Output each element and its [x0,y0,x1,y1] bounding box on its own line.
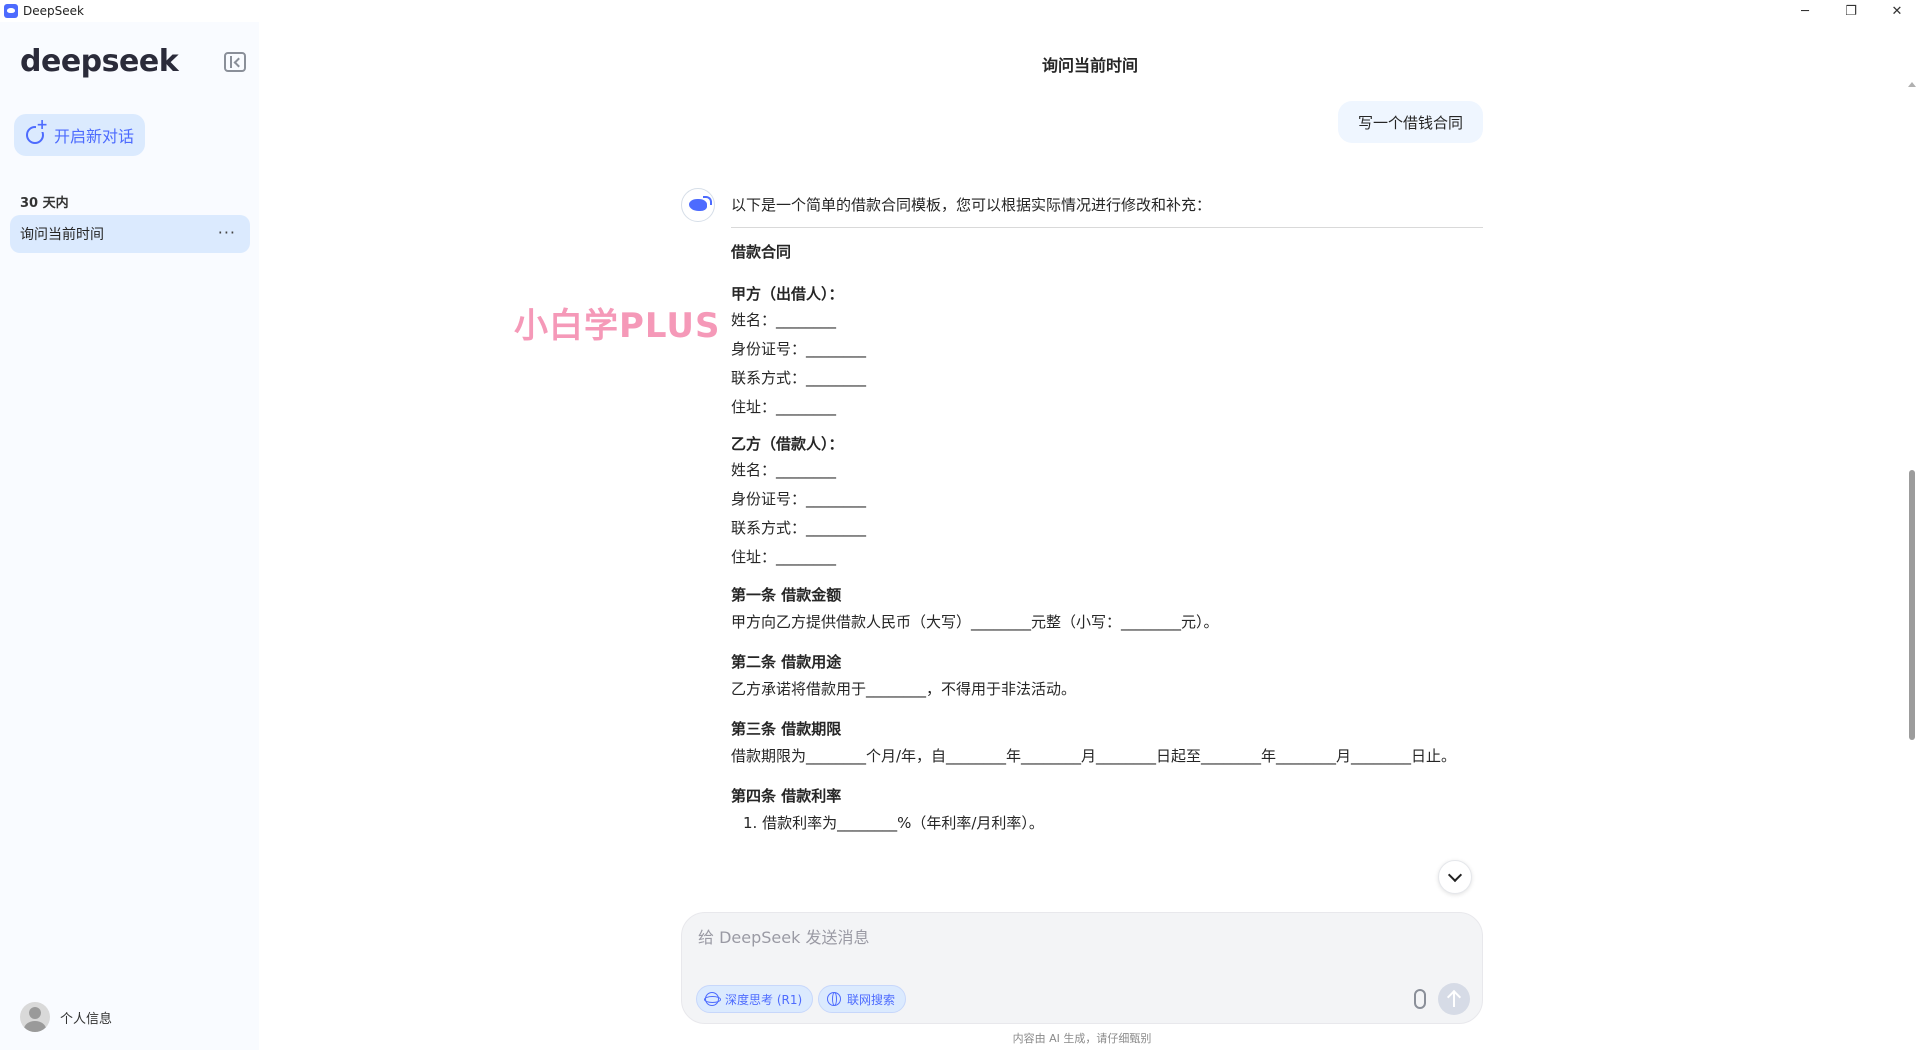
new-chat-label: 开启新对话 [54,127,135,146]
new-chat-icon [26,118,49,144]
article-title: 第三条 借款期限 [731,720,842,738]
party-a-field: 姓名：________ [731,311,837,329]
party-b-field: 姓名：________ [731,461,837,479]
chat-title: 询问当前时间 [1041,56,1138,75]
party-b-section: 乙方（借款人）： 姓名：________ 身份证号：________ 联系方式：… [731,432,1483,572]
chevron-down-icon[interactable] [1438,860,1472,894]
party-b-field: 联系方式：________ [731,519,867,537]
new-chat-button[interactable]: 开启新对话 [14,114,145,156]
article-body: 借款期限为________个月/年，自________年________月___… [731,747,1457,765]
window-controls: ─ ❐ ✕ [1782,0,1920,22]
party-a-field: 联系方式：________ [731,369,867,387]
article-1: 第一条 借款金额 甲方向乙方提供借款人民币（大写）________元整（小写：_… [731,582,1483,637]
article-2: 第二条 借款用途 乙方承诺将借款用于________，不得用于非法活动。 [731,649,1483,704]
globe-icon [827,992,841,1006]
ai-answer: 以下是一个简单的借款合同模板，您可以根据实际情况进行修改和补充： 借款合同 甲方… [731,193,1483,913]
sidebar-collapse-icon[interactable] [224,52,246,72]
watermark: 小白学PLUS [514,306,721,346]
deepseek-app-icon [4,4,18,18]
ai-disclaimer: 内容由 AI 生成，请仔细甄别 [1012,1032,1152,1045]
party-b-title: 乙方（借款人）： [731,435,844,453]
message-input[interactable] [698,925,1458,949]
article-title: 第二条 借款用途 [731,653,842,671]
article-4: 第四条 借款利率 1. 借款利率为________%（年利率/月利率）。 [731,783,1483,838]
deepseek-logo: deepseek [20,44,179,79]
party-b-field: 住址：________ [731,548,837,566]
scroll-up-arrow-icon[interactable] [1908,82,1916,87]
article-body: 乙方承诺将借款用于________，不得用于非法活动。 [731,680,1077,698]
web-search-toggle[interactable]: 联网搜索 [818,985,907,1013]
profile-label: 个人信息 [60,1011,113,1027]
answer-intro: 以下是一个简单的借款合同模板，您可以根据实际情况进行修改和补充： [731,196,1212,214]
user-message-bubble: 写一个借钱合同 [1337,101,1483,143]
deep-think-label: 深度思考 (R1) [725,992,803,1007]
profile-button[interactable]: 个人信息 [20,1002,112,1032]
article-list-item: 1. 借款利率为________%（年利率/月利率）。 [743,814,1044,832]
party-a-field: 身份证号：________ [731,340,867,358]
article-body: 甲方向乙方提供借款人民币（大写）________元整（小写：________元）… [731,613,1219,631]
contract-title: 借款合同 [731,243,792,261]
ai-avatar [681,188,715,222]
answer-divider [731,227,1483,228]
article-3: 第三条 借款期限 借款期限为________个月/年，自________年___… [731,716,1483,771]
sidebar: deepseek 开启新对话 30 天内 询问当前时间 ··· 个人信息 [0,22,259,1050]
article-title: 第一条 借款金额 [731,586,842,604]
scrollbar-thumb[interactable] [1909,470,1915,740]
window-title: DeepSeek [23,4,84,18]
close-button[interactable]: ✕ [1874,0,1920,22]
web-search-label: 联网搜索 [847,992,896,1007]
paperclip-icon[interactable] [1414,989,1426,1009]
send-button[interactable] [1438,983,1470,1015]
party-b-field: 身份证号：________ [731,490,867,508]
message-composer: 深度思考 (R1) 联网搜索 [681,912,1483,1024]
deep-think-toggle[interactable]: 深度思考 (R1) [696,985,814,1013]
window-titlebar: DeepSeek ─ ❐ ✕ [0,0,1920,22]
party-a-field: 住址：________ [731,398,837,416]
sidebar-chat-item[interactable]: 询问当前时间 ··· [10,215,250,253]
deepseek-whale-icon [689,196,712,211]
minimize-button[interactable]: ─ [1782,0,1828,22]
restore-button[interactable]: ❐ [1828,0,1874,22]
chat-item-label: 询问当前时间 [20,227,104,243]
history-section-label: 30 天内 [20,196,69,211]
article-title: 第四条 借款利率 [731,787,842,805]
party-a-section: 甲方（出借人）： 姓名：________ 身份证号：________ 联系方式：… [731,282,1483,422]
user-avatar-icon [20,1002,50,1032]
atom-icon [704,992,721,1006]
more-options-icon[interactable]: ··· [218,223,236,242]
party-a-title: 甲方（出借人）： [731,285,844,303]
